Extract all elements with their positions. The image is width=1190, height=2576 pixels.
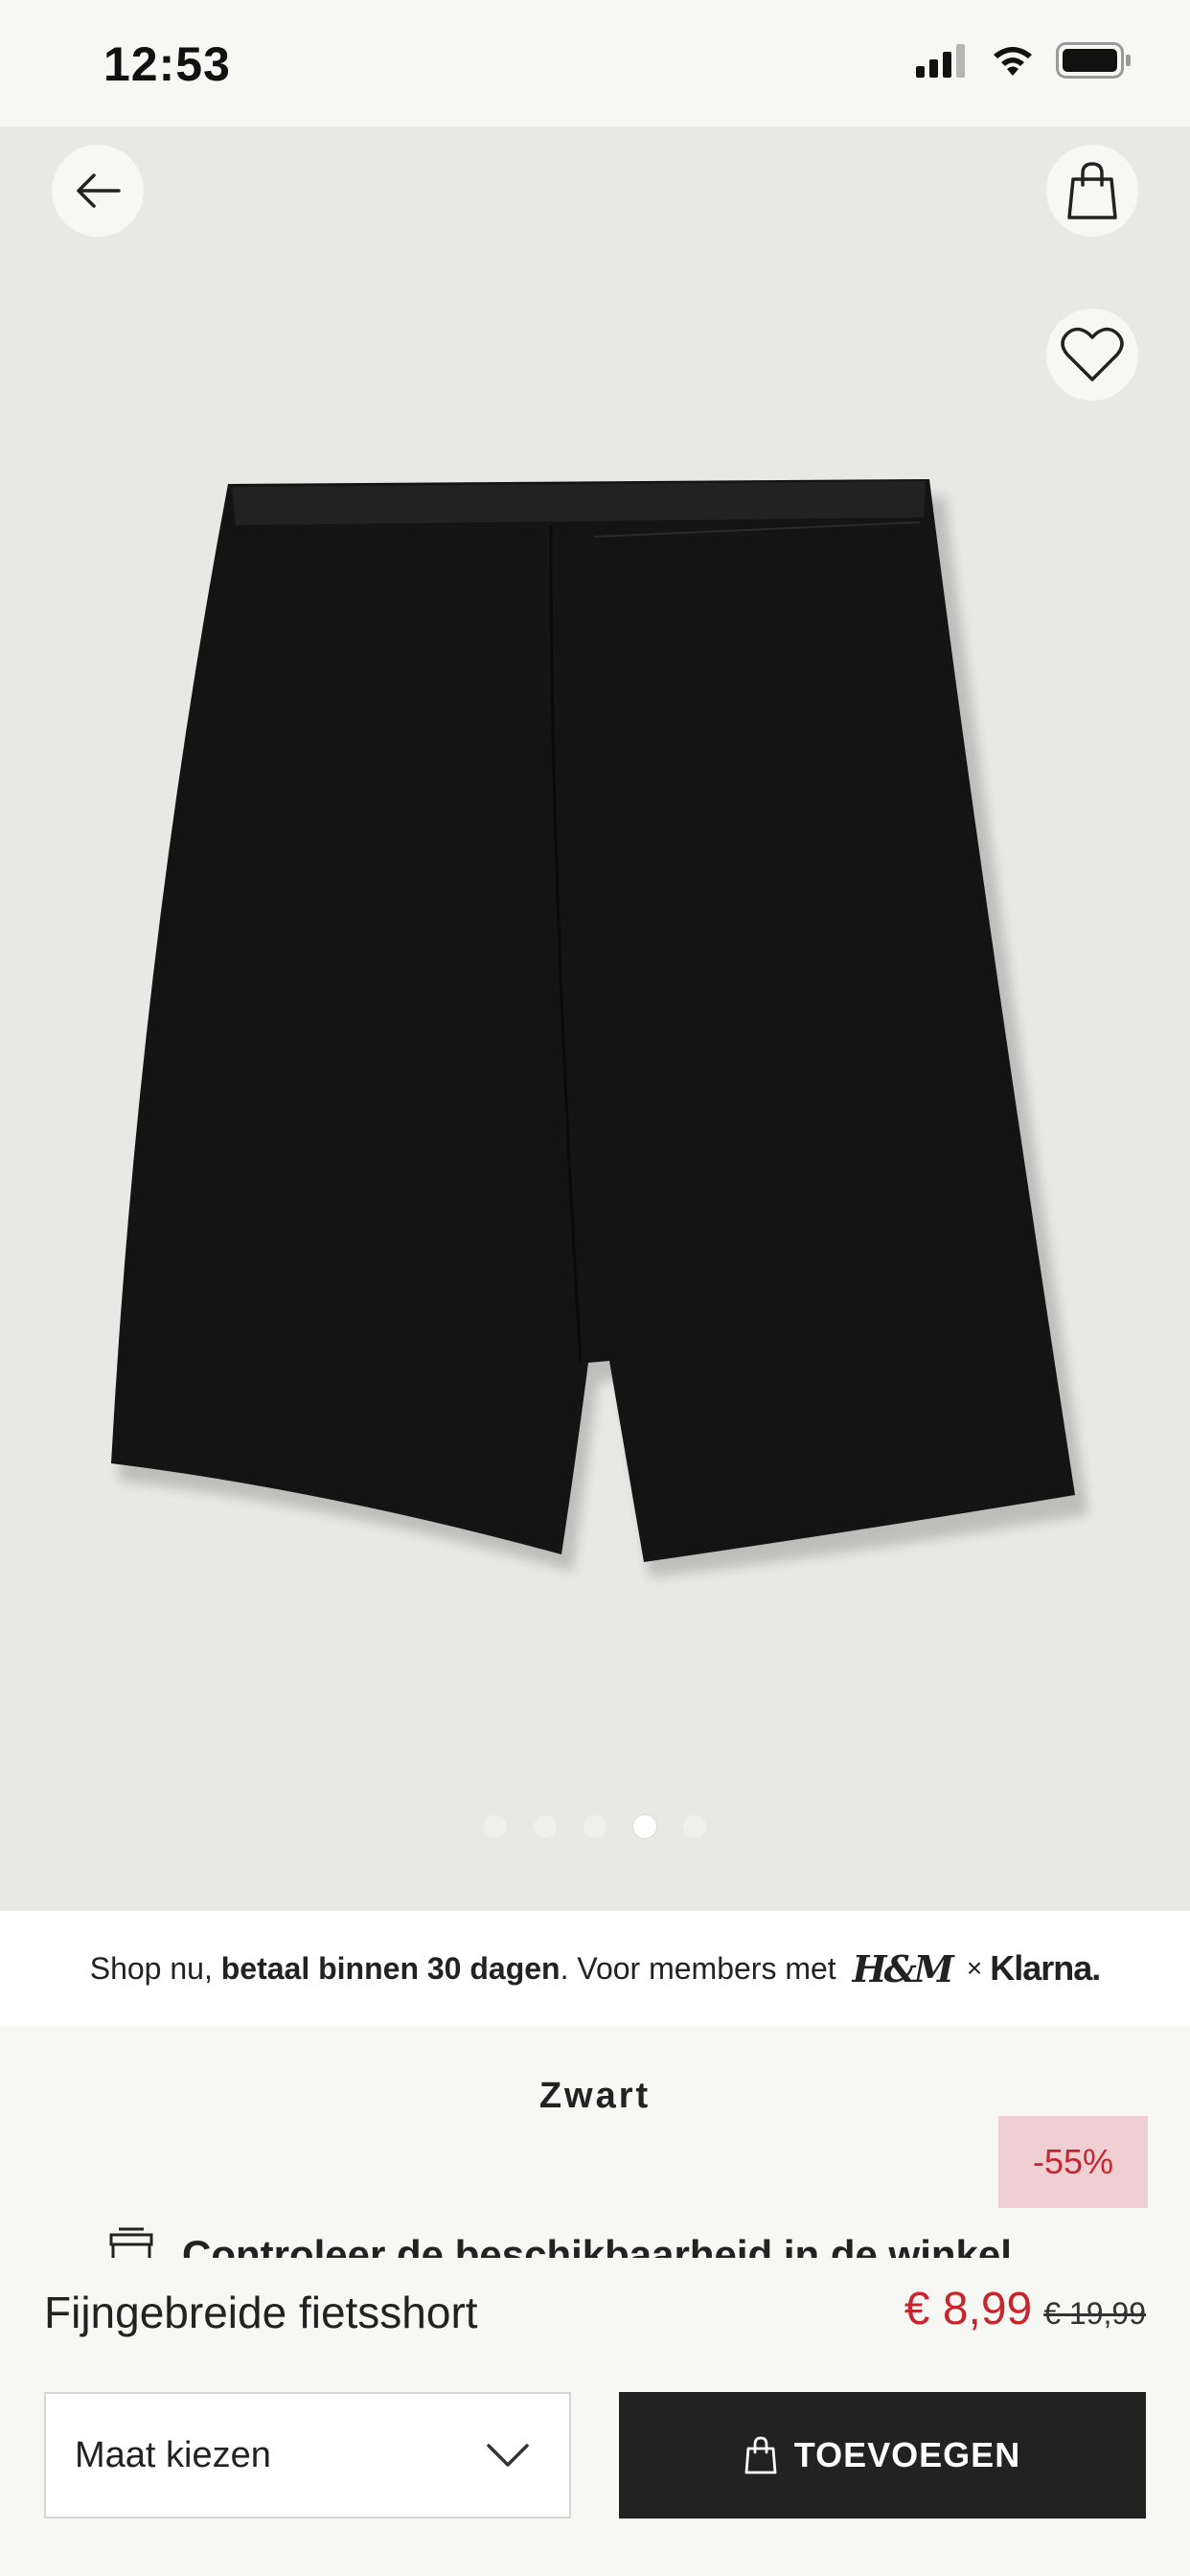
product-name: Fijngebreide fietsshort xyxy=(44,2288,478,2337)
status-bar: 12:53 xyxy=(0,0,1190,126)
size-select-label: Maat kiezen xyxy=(75,2434,271,2475)
pagination-dot-active[interactable] xyxy=(633,1815,656,1838)
gallery-pagination xyxy=(0,1815,1190,1838)
store-availability-label: Controleer de beschikbaarheid in de wink… xyxy=(182,2232,1012,2259)
battery-icon xyxy=(1056,42,1131,79)
original-price: € 19,99 xyxy=(1043,2296,1146,2331)
add-to-bag-label: TOEVOEGEN xyxy=(793,2435,1021,2474)
color-name: Zwart xyxy=(538,2076,652,2116)
back-arrow-icon xyxy=(77,173,121,208)
status-time: 12:53 xyxy=(103,37,231,91)
cellular-signal-icon xyxy=(916,44,965,78)
klarna-banner-prefix: Shop nu, xyxy=(89,1950,213,1986)
size-select[interactable]: Maat kiezen xyxy=(44,2392,571,2518)
add-to-bag-button[interactable]: TOEVOEGEN xyxy=(619,2392,1146,2518)
klarna-banner[interactable]: Shop nu, betaal binnen 30 dagen. Voor me… xyxy=(0,1911,1190,2026)
klarna-banner-suffix: . Voor members met xyxy=(560,1950,836,1986)
back-button[interactable] xyxy=(52,145,144,237)
wifi-icon xyxy=(994,47,1032,76)
times-sign: × xyxy=(966,1953,983,1983)
pagination-dot[interactable] xyxy=(534,1815,557,1838)
heart-icon xyxy=(1061,327,1124,381)
discount-badge: -55% xyxy=(998,2116,1148,2208)
hm-logo: H&M xyxy=(852,1946,954,1990)
shopping-bag-icon xyxy=(744,2436,777,2474)
sale-price: € 8,99 xyxy=(904,2284,1033,2334)
klarna-logo: Klarna. xyxy=(990,1948,1101,1988)
chevron-down-icon xyxy=(487,2444,529,2467)
store-icon xyxy=(109,2227,153,2258)
pagination-dot[interactable] xyxy=(584,1815,606,1838)
pagination-dot[interactable] xyxy=(683,1815,706,1838)
klarna-banner-highlight: betaal binnen 30 dagen xyxy=(220,1950,561,1986)
shopping-bag-button[interactable] xyxy=(1046,145,1138,237)
product-image-gallery[interactable] xyxy=(0,126,1190,1911)
status-icons xyxy=(916,42,1133,79)
price-row: € 8,99 € 19,99 xyxy=(904,2283,1146,2335)
store-availability-link[interactable]: Controleer de beschikbaarheid in de wink… xyxy=(107,2227,1012,2258)
purchase-panel: Fijngebreide fietsshort € 8,99 € 19,99 M… xyxy=(0,2258,1190,2576)
favorite-button[interactable] xyxy=(1046,309,1138,401)
product-image xyxy=(111,479,1088,1577)
pagination-dot[interactable] xyxy=(484,1815,507,1838)
shopping-bag-icon xyxy=(1067,162,1117,219)
